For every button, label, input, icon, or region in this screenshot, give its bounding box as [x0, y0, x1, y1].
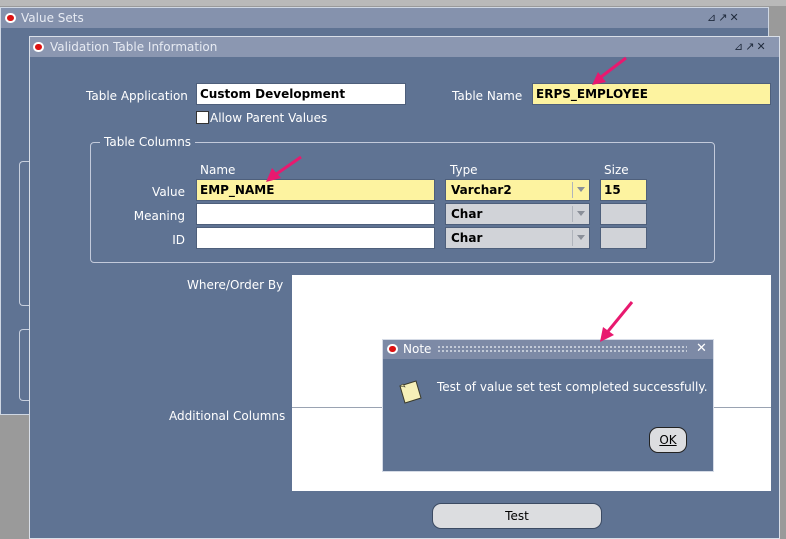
annotation-arrow-icon [592, 56, 627, 85]
annotation-arrows [266, 56, 634, 342]
annotation-arrow-icon [266, 155, 302, 182]
annotation-arrow-icon [600, 301, 634, 342]
